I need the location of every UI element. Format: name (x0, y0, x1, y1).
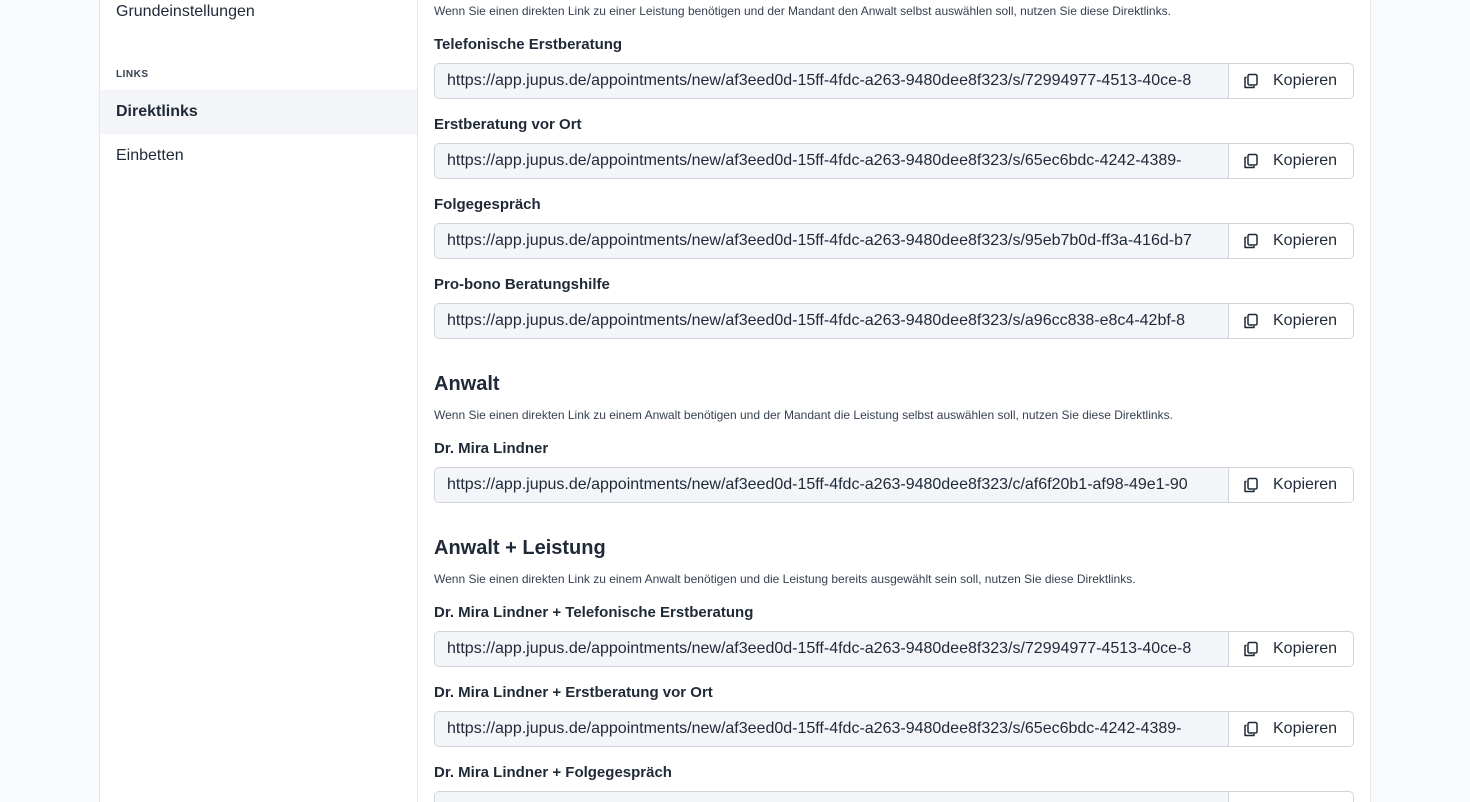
sidebar-section-label: LINKS (116, 69, 149, 80)
link-label: Dr. Mira Lindner + Erstberatung vor Ort (434, 684, 713, 701)
link-label: Telefonische Erstberatung (434, 36, 623, 53)
copy-icon (1244, 153, 1258, 169)
link-row: Kopieren (434, 63, 1354, 99)
copy-button[interactable]: Kopieren (1228, 64, 1353, 98)
copy-button[interactable]: Kopieren (1228, 304, 1353, 338)
copy-button[interactable]: Kopieren (1228, 468, 1353, 502)
link-url-field[interactable] (435, 224, 1228, 258)
copy-button[interactable]: Kopieren (1228, 224, 1353, 258)
section-title-anwalt-leistung: Anwalt + Leistung (434, 537, 606, 559)
link-url-field[interactable] (435, 304, 1228, 338)
link-row: Kopieren (434, 303, 1354, 339)
link-url-field[interactable] (435, 632, 1228, 666)
sidebar-item-label: Direktlinks (116, 103, 198, 120)
copy-button-label: Kopieren (1273, 720, 1338, 737)
copy-button-label: Kopieren (1273, 152, 1338, 169)
copy-icon (1244, 73, 1258, 89)
copy-icon (1244, 313, 1258, 329)
copy-button[interactable] (1228, 792, 1353, 802)
sidebar: Grundeinstellungen LINKS Direktlinks Ein… (100, 0, 418, 802)
link-row: Kopieren (434, 711, 1354, 747)
link-label: Dr. Mira Lindner (434, 440, 549, 457)
copy-button[interactable]: Kopieren (1228, 712, 1353, 746)
link-row: Kopieren (434, 467, 1354, 503)
sidebar-item-direktlinks[interactable]: Direktlinks (100, 90, 417, 134)
anwalt-leistung-description: Wenn Sie einen direkten Link zu einem An… (434, 572, 1136, 586)
copy-button[interactable]: Kopieren (1228, 632, 1353, 666)
sidebar-item-einbetten[interactable]: Einbetten (100, 134, 417, 178)
sidebar-item-label: Grundeinstellungen (116, 3, 255, 20)
leistung-description: Wenn Sie einen direkten Link zu einer Le… (434, 4, 1171, 18)
sidebar-item-label: Einbetten (116, 147, 184, 164)
copy-button-label: Kopieren (1273, 640, 1338, 657)
copy-icon (1244, 641, 1258, 657)
copy-icon (1244, 477, 1258, 493)
link-url-field[interactable] (435, 468, 1228, 502)
link-row-partial (434, 791, 1354, 802)
settings-panel: Grundeinstellungen LINKS Direktlinks Ein… (99, 0, 1371, 802)
copy-icon (1244, 233, 1258, 249)
sidebar-item-grundeinstellungen[interactable]: Grundeinstellungen (100, 0, 417, 34)
copy-button-label: Kopieren (1273, 232, 1338, 249)
link-label: Folgegespräch (434, 196, 541, 213)
link-label: Dr. Mira Lindner + Telefonische Erstbera… (434, 604, 754, 621)
link-url-field[interactable] (435, 144, 1228, 178)
copy-button[interactable]: Kopieren (1228, 144, 1353, 178)
link-url-field[interactable] (435, 792, 1228, 802)
copy-button-label: Kopieren (1273, 476, 1338, 493)
link-url-field[interactable] (435, 712, 1228, 746)
direktlinks-content: Wenn Sie einen direkten Link zu einer Le… (434, 0, 1354, 802)
link-label: Dr. Mira Lindner + Folgegespräch (434, 764, 672, 781)
link-url-field[interactable] (435, 64, 1228, 98)
link-row: Kopieren (434, 223, 1354, 259)
section-title-anwalt: Anwalt (434, 373, 500, 395)
copy-button-label: Kopieren (1273, 72, 1338, 89)
anwalt-description: Wenn Sie einen direkten Link zu einem An… (434, 408, 1173, 422)
link-label: Erstberatung vor Ort (434, 116, 582, 133)
link-label: Pro-bono Beratungshilfe (434, 276, 610, 293)
link-row: Kopieren (434, 631, 1354, 667)
copy-button-label: Kopieren (1273, 312, 1338, 329)
copy-icon (1244, 721, 1258, 737)
link-row: Kopieren (434, 143, 1354, 179)
